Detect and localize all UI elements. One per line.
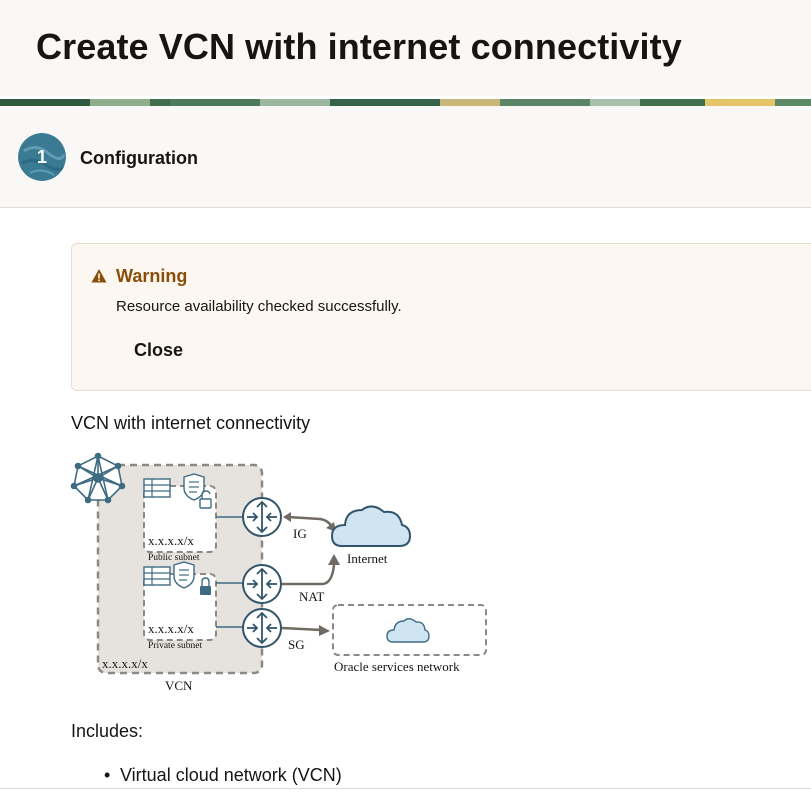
warning-message: Resource availability checked successful… (116, 298, 402, 315)
security-list-icon (173, 561, 195, 589)
route-table-icon (143, 478, 171, 498)
private-subnet-label: Private subnet (148, 641, 202, 651)
router-icon (242, 608, 282, 648)
diagram-title: VCN with internet connectivity (71, 413, 311, 433)
router-icon (242, 497, 282, 537)
warning-title: Warning (116, 266, 188, 286)
route-table-icon (143, 566, 171, 586)
divider (0, 788, 811, 789)
oracle-services-label: Oracle services network (334, 659, 460, 674)
bullet: • (104, 765, 111, 785)
wizard-step-bar: 1 Configuration (0, 106, 811, 208)
step-badge[interactable]: 1 (18, 133, 66, 181)
sg-label: SG (288, 637, 305, 652)
close-button[interactable]: Close (124, 336, 193, 364)
step-number: 1 (36, 147, 47, 167)
step-label-configuration[interactable]: Configuration (80, 148, 198, 169)
vcn-architecture-diagram: x.x.x.x/x Public subnet x.x.x.x/x Privat… (70, 452, 487, 693)
security-list-icon (183, 473, 205, 501)
includes-title: Includes: (71, 721, 144, 741)
list-item: • Virtual cloud network (VCN) (104, 765, 342, 786)
page-header: Create VCN with internet connectivity (0, 0, 811, 96)
vcn-cidr: x.x.x.x/x (102, 656, 148, 671)
list-item-text: Virtual cloud network (VCN) (120, 765, 342, 785)
ig-label: IG (293, 526, 307, 541)
warning-message-box: Warning Resource availability checked su… (71, 243, 811, 391)
router-icon (242, 564, 282, 604)
nat-label: NAT (299, 589, 324, 604)
warning-icon (91, 269, 107, 283)
public-subnet-cidr: x.x.x.x/x (148, 533, 194, 548)
banner-pattern-icon (0, 99, 811, 106)
decorative-banner (0, 96, 811, 106)
page-title: Create VCN with internet connectivity (36, 26, 682, 67)
cloud-icon (330, 505, 412, 547)
internet-label: Internet (347, 551, 388, 566)
private-subnet-cidr: x.x.x.x/x (148, 621, 194, 636)
public-subnet-label: Public subnet (148, 553, 200, 563)
vcn-label: VCN (165, 678, 193, 693)
